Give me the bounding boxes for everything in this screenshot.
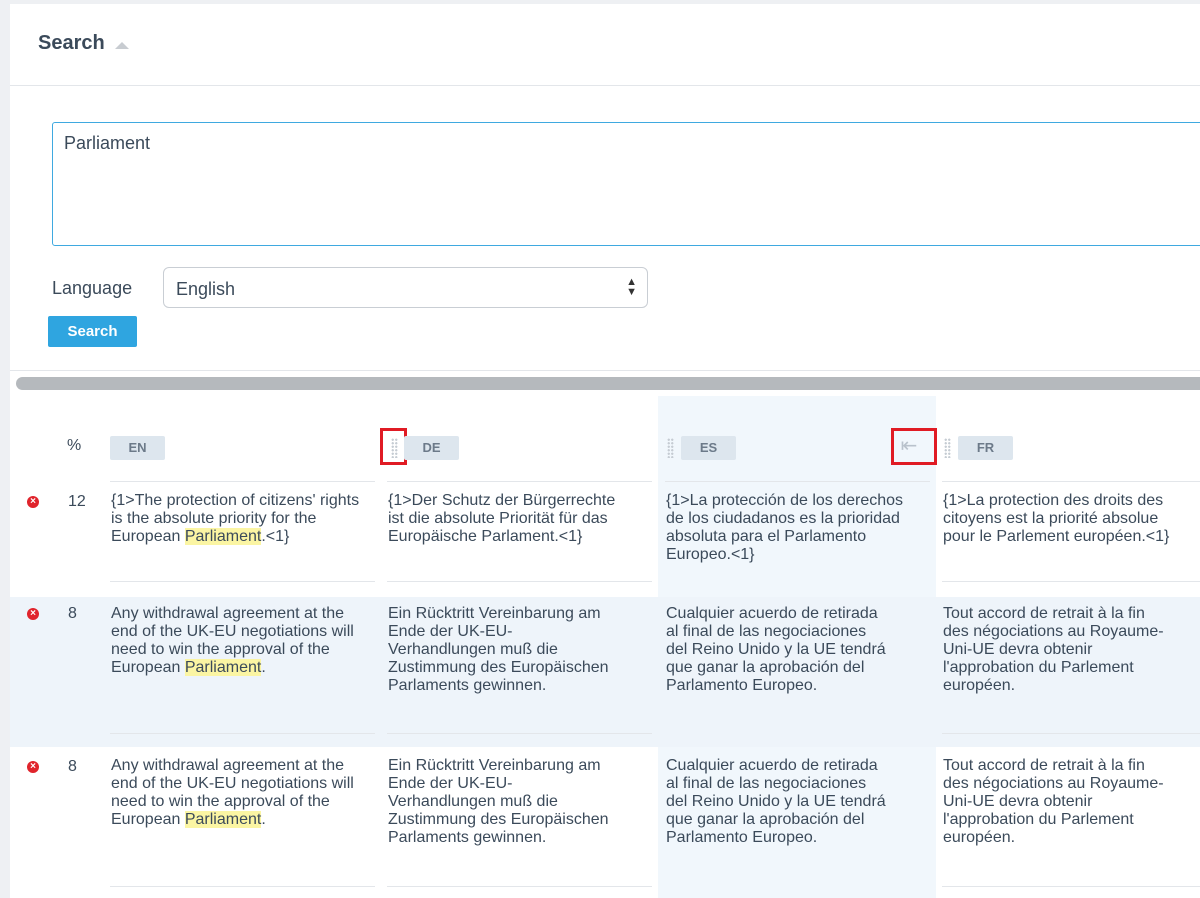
cell-underline (387, 581, 652, 582)
lang-tag-en[interactable]: EN (110, 436, 165, 460)
segment-es[interactable]: {1>La protección de los derechos de los … (666, 492, 906, 564)
annotation-box-collapse (891, 428, 937, 465)
horizontal-scrollbar[interactable] (16, 377, 1200, 390)
search-hit: Parliament (184, 811, 262, 828)
drag-handle-icon[interactable] (667, 438, 674, 458)
cell-underline (110, 886, 375, 887)
caret-up-icon[interactable] (115, 42, 129, 49)
lang-tag-de[interactable]: DE (404, 436, 459, 460)
annotation-box-de-grip (380, 428, 407, 465)
segment-fr[interactable]: Tout accord de retrait à la fin des négo… (943, 605, 1168, 695)
delete-circle-icon[interactable]: × (27, 608, 39, 620)
match-percent: 12 (68, 493, 86, 510)
segment-es[interactable]: Cualquier acuerdo de retirada al final d… (666, 605, 891, 695)
language-select-value: English (176, 279, 236, 299)
segment-en[interactable]: Any withdrawal agreement at the end of t… (111, 757, 363, 829)
segment-de[interactable]: Ein Rücktritt Vereinbarung am Ende der U… (388, 757, 613, 847)
segment-en[interactable]: Any withdrawal agreement at the end of t… (111, 605, 363, 677)
segment-es[interactable]: Cualquier acuerdo de retirada al final d… (666, 757, 891, 847)
cell-underline (110, 581, 375, 582)
header-underline (387, 481, 652, 482)
delete-circle-icon[interactable]: × (27, 761, 39, 773)
lang-tag-es[interactable]: ES (681, 436, 736, 460)
match-percent-header: % (67, 437, 82, 454)
header-underline (110, 481, 375, 482)
match-percent: 8 (68, 758, 77, 775)
cell-underline (387, 733, 652, 734)
search-query-input[interactable] (52, 122, 1200, 246)
select-arrows-icon: ▲ ▼ (626, 276, 637, 298)
header-underline (942, 481, 1200, 482)
search-hit: Parliament (184, 659, 262, 676)
cell-underline (942, 733, 1200, 734)
header-underline (665, 481, 930, 482)
segment-en[interactable]: {1>The protection of citizens' rights is… (111, 492, 363, 546)
delete-circle-icon[interactable]: × (27, 496, 39, 508)
search-panel: Search Language English ▲▼ Search % EN D… (10, 4, 1200, 898)
cell-underline (942, 581, 1200, 582)
search-button[interactable]: Search (48, 316, 137, 347)
cell-underline (110, 733, 375, 734)
search-title: Search (38, 32, 105, 54)
search-header[interactable]: Search (10, 4, 1200, 86)
language-label: Language (52, 278, 133, 298)
cell-underline (387, 886, 652, 887)
segment-fr[interactable]: Tout accord de retrait à la fin des négo… (943, 757, 1168, 847)
segment-fr[interactable]: {1>La protection des droits des citoyens… (943, 492, 1183, 546)
segment-de[interactable]: {1>Der Schutz der Bürgerrechte ist die a… (388, 492, 628, 546)
match-percent: 8 (68, 605, 77, 622)
segment-de[interactable]: Ein Rücktritt Vereinbarung am Ende der U… (388, 605, 613, 695)
drag-handle-icon[interactable] (944, 438, 951, 458)
lang-tag-fr[interactable]: FR (958, 436, 1013, 460)
search-hit: Parliament (184, 528, 262, 545)
cell-underline (942, 886, 1200, 887)
language-select[interactable]: English ▲ ▼ (163, 267, 648, 308)
divider (10, 370, 1200, 371)
